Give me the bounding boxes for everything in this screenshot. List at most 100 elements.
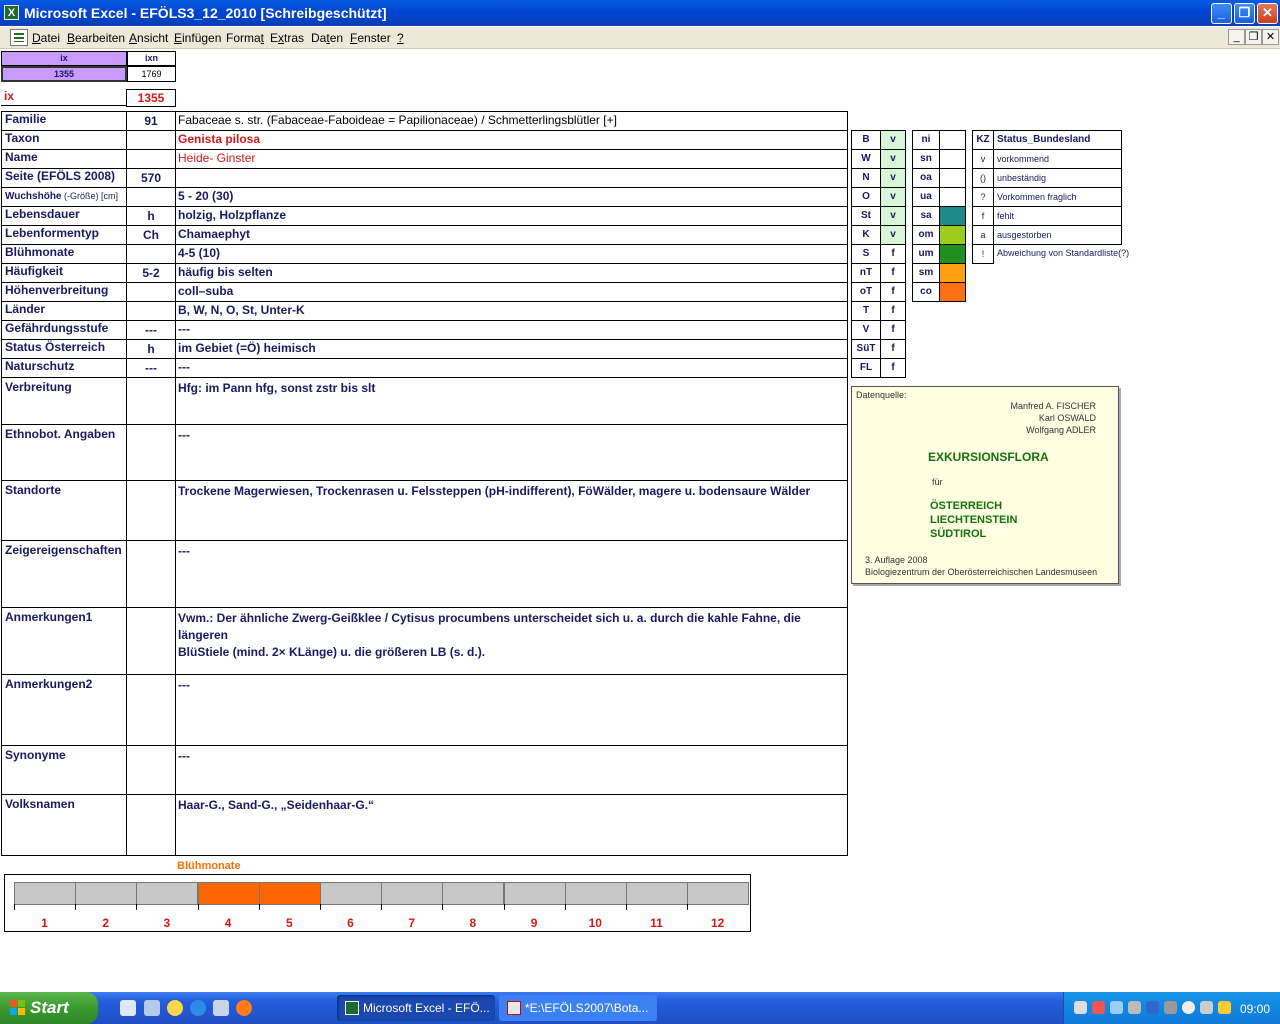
state-code[interactable]: N: [851, 168, 881, 188]
volume-icon[interactable]: [1128, 1001, 1141, 1014]
zone-code[interactable]: sn: [912, 149, 940, 169]
field-code[interactable]: [126, 187, 176, 207]
state-code[interactable]: K: [851, 225, 881, 245]
state-code[interactable]: SüT: [851, 339, 881, 359]
state-value[interactable]: v: [880, 130, 906, 150]
field-code[interactable]: [126, 745, 176, 795]
zone-color[interactable]: [939, 282, 966, 302]
desktop-icon[interactable]: [120, 1000, 136, 1016]
zone-color[interactable]: [939, 244, 966, 264]
field-code[interactable]: [126, 480, 176, 541]
zone-code[interactable]: sa: [912, 206, 940, 226]
state-value[interactable]: v: [880, 225, 906, 245]
zone-color[interactable]: [939, 168, 966, 188]
mail-icon[interactable]: [213, 1000, 229, 1016]
field-code[interactable]: [126, 794, 176, 856]
info-icon[interactable]: [1182, 1001, 1195, 1014]
field-code[interactable]: [126, 377, 176, 425]
media-icon[interactable]: [167, 1000, 183, 1016]
internet-explorer-icon[interactable]: [190, 1000, 206, 1016]
firefox-icon[interactable]: [236, 1000, 252, 1016]
field-value[interactable]: [175, 168, 848, 188]
field-value[interactable]: Heide- Ginster: [175, 149, 848, 169]
state-value[interactable]: f: [880, 358, 906, 378]
field-code[interactable]: [126, 130, 176, 150]
zone-color[interactable]: [939, 187, 966, 207]
zone-color[interactable]: [939, 149, 966, 169]
field-code[interactable]: [126, 674, 176, 746]
field-code[interactable]: [126, 282, 176, 302]
state-code[interactable]: O: [851, 187, 881, 207]
field-value[interactable]: Chamaephyt: [175, 225, 848, 245]
menu-item[interactable]: Bearbeiten: [67, 31, 125, 45]
menu-item[interactable]: Fenster: [350, 31, 391, 45]
zone-code[interactable]: co: [912, 282, 940, 302]
zone-code[interactable]: sm: [912, 263, 940, 283]
zone-color[interactable]: [939, 225, 966, 245]
field-value[interactable]: holzig, Holzpflanze: [175, 206, 848, 226]
menu-item[interactable]: Einfügen: [174, 31, 221, 45]
network-icon[interactable]: [1074, 1001, 1087, 1014]
field-value[interactable]: Vwm.: Der ähnliche Zwerg-Geißklee / Cyti…: [175, 607, 848, 675]
state-code[interactable]: FL: [851, 358, 881, 378]
field-value[interactable]: coll–suba: [175, 282, 848, 302]
state-code[interactable]: V: [851, 320, 881, 340]
ix-value-cell[interactable]: 1355: [1, 66, 127, 82]
state-value[interactable]: v: [880, 168, 906, 188]
restore-button[interactable]: ❐: [1234, 3, 1255, 24]
state-code[interactable]: nT: [851, 263, 881, 283]
field-value[interactable]: ---: [175, 320, 848, 340]
usb-icon[interactable]: [1164, 1001, 1177, 1014]
zone-color[interactable]: [939, 263, 966, 283]
zone-code[interactable]: ni: [912, 130, 940, 150]
field-code[interactable]: ---: [126, 320, 176, 340]
field-code[interactable]: [126, 540, 176, 608]
menu-item[interactable]: Daten: [311, 31, 343, 45]
state-value[interactable]: f: [880, 301, 906, 321]
worksheet[interactable]: ix ixn 1355 1769 ix 1355 Familie 91 Fabaceae s. …: [0, 49, 1280, 992]
field-value[interactable]: Fabaceae s. str. (Fabaceae-Faboideae = P…: [175, 111, 848, 131]
field-code[interactable]: 91: [126, 111, 176, 131]
mdi-minimize-button[interactable]: _: [1228, 29, 1245, 45]
menu-item[interactable]: Ansicht: [129, 31, 168, 45]
field-code[interactable]: [126, 607, 176, 675]
zone-code[interactable]: um: [912, 244, 940, 264]
state-value[interactable]: f: [880, 320, 906, 340]
zone-code[interactable]: ua: [912, 187, 940, 207]
zone-color[interactable]: [939, 130, 966, 150]
field-value[interactable]: ---: [175, 358, 848, 378]
field-code[interactable]: Ch: [126, 225, 176, 245]
ixn-value-cell[interactable]: 1769: [127, 66, 176, 82]
field-code[interactable]: [126, 149, 176, 169]
minimize-button[interactable]: _: [1211, 3, 1232, 24]
workbook-icon[interactable]: [10, 29, 28, 46]
state-value[interactable]: f: [880, 282, 906, 302]
state-code[interactable]: S: [851, 244, 881, 264]
field-code[interactable]: h: [126, 206, 176, 226]
start-button[interactable]: Start: [0, 992, 98, 1024]
state-value[interactable]: v: [880, 187, 906, 207]
ix-value[interactable]: 1355: [126, 89, 176, 107]
state-code[interactable]: oT: [851, 282, 881, 302]
state-value[interactable]: v: [880, 206, 906, 226]
zone-code[interactable]: oa: [912, 168, 940, 188]
field-value[interactable]: häufig bis selten: [175, 263, 848, 283]
field-code[interactable]: [126, 301, 176, 321]
field-code[interactable]: h: [126, 339, 176, 359]
state-value[interactable]: f: [880, 339, 906, 359]
field-code[interactable]: 570: [126, 168, 176, 188]
task-document[interactable]: *E:\EFÖLS2007\Bota...: [499, 995, 657, 1021]
state-value[interactable]: f: [880, 263, 906, 283]
explorer-icon[interactable]: [144, 1000, 160, 1016]
field-value[interactable]: 4-5 (10): [175, 244, 848, 264]
connection-icon[interactable]: [1200, 1001, 1213, 1014]
zone-color[interactable]: [939, 206, 966, 226]
field-value[interactable]: Trockene Magerwiesen, Trockenrasen u. Fe…: [175, 480, 848, 541]
field-value[interactable]: ---: [175, 674, 848, 746]
state-value[interactable]: f: [880, 244, 906, 264]
close-button[interactable]: ✕: [1257, 3, 1278, 24]
search-icon[interactable]: [1110, 1001, 1123, 1014]
task-excel[interactable]: Microsoft Excel - EFÖ...: [337, 995, 495, 1021]
ix-header-cell[interactable]: ix: [1, 51, 127, 66]
excel-app-icon[interactable]: X: [4, 5, 19, 20]
